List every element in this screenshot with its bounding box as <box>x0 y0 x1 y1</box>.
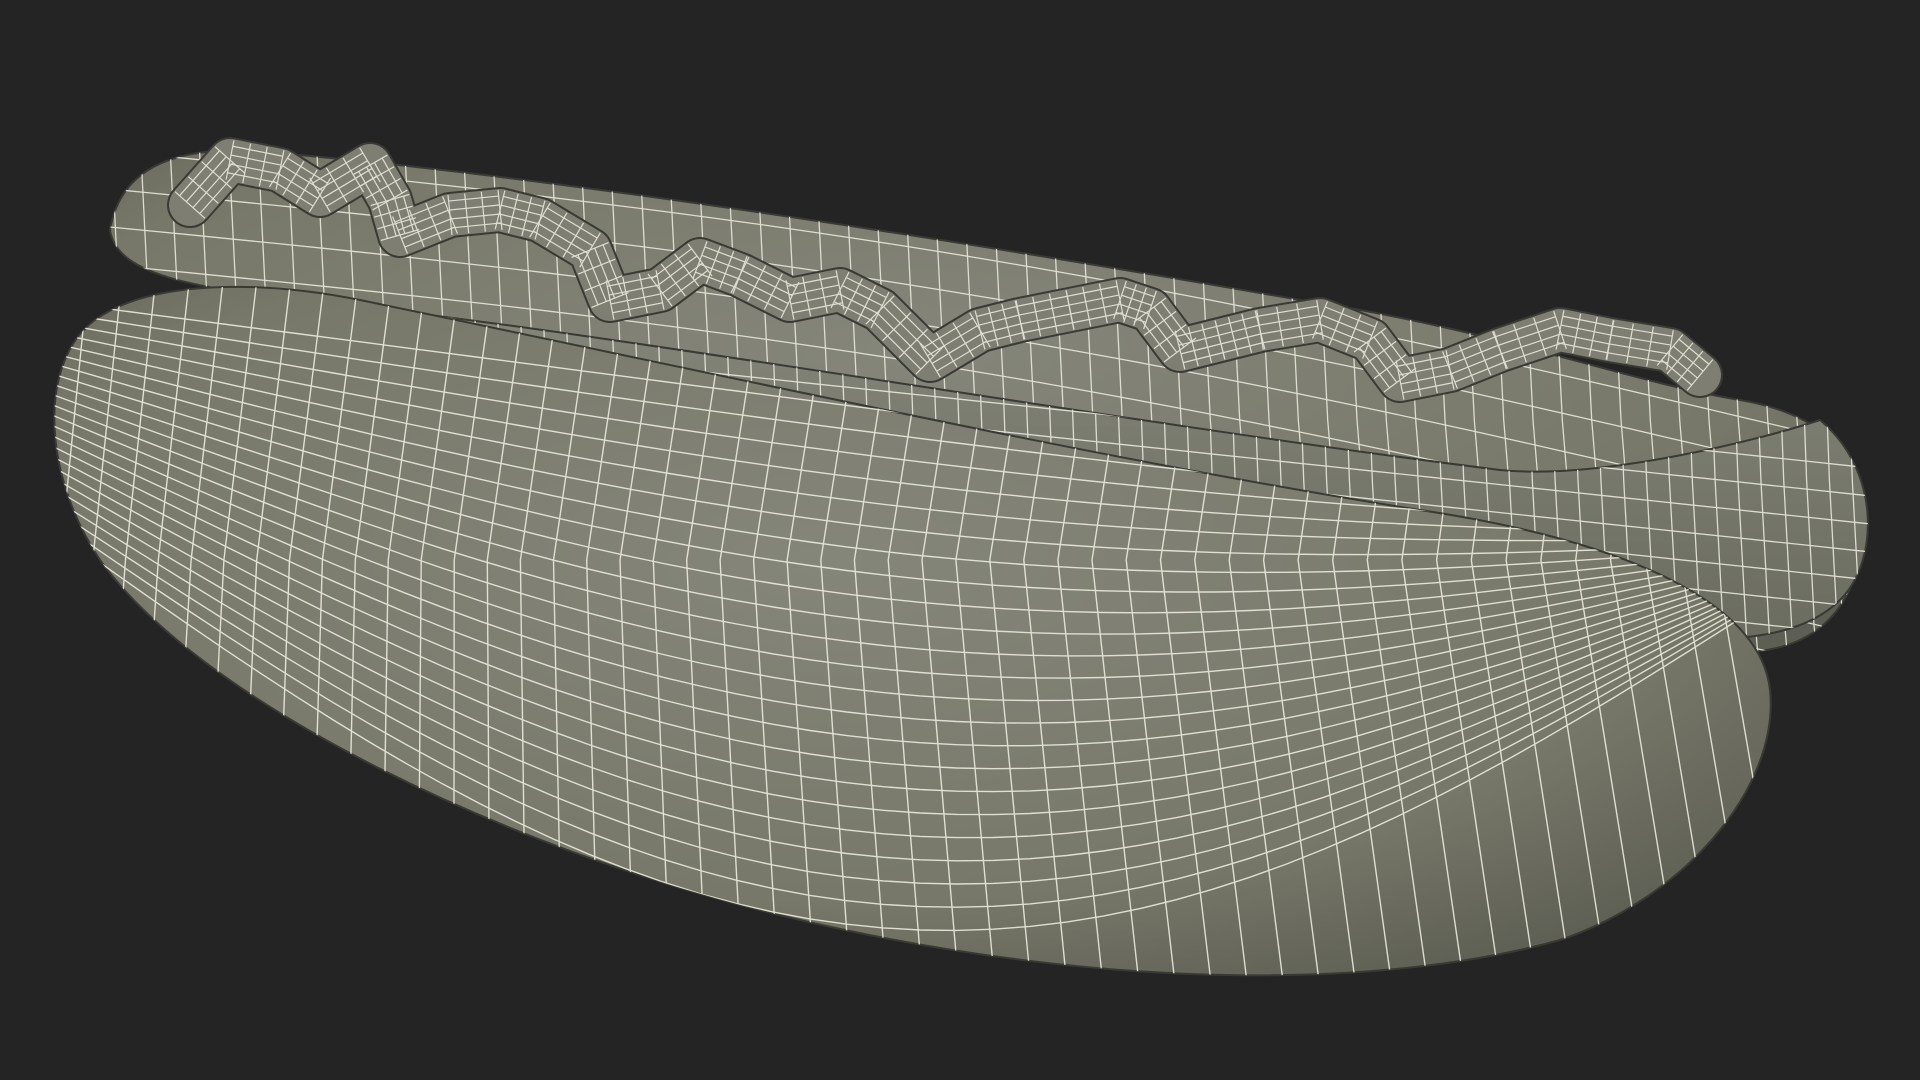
wire-line <box>1866 300 1868 639</box>
wire-line <box>1840 150 1867 653</box>
3d-viewport[interactable] <box>0 0 1920 1080</box>
hot-dog-model <box>53 120 1910 1000</box>
wire-line <box>1870 120 1910 720</box>
wire-line <box>1820 260 1900 1000</box>
wire-line <box>1890 260 1910 700</box>
